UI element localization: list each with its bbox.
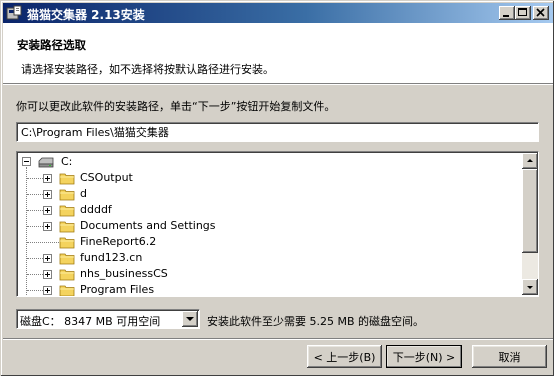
tree-folder-row[interactable]: FineReport6.2 xyxy=(19,234,519,250)
wizard-header: 安装路径选取 请选择安装路径，如不选择将按默认路径进行安装。 xyxy=(3,23,553,83)
folder-icon xyxy=(59,173,75,185)
tree-folder-label: nhs_businessCS xyxy=(80,267,168,280)
folder-tree-content: C: CSOutput d ddddf Documents and Settings F… xyxy=(19,154,521,296)
close-button[interactable] xyxy=(533,6,549,20)
space-required-text: 安装此软件至少需要 5.25 MB 的磁盘空间。 xyxy=(207,315,425,328)
page-title: 安装路径选取 xyxy=(17,38,86,52)
chevron-down-icon xyxy=(186,317,194,321)
tree-folder-row[interactable]: CSOutput xyxy=(19,170,519,186)
expand-icon[interactable] xyxy=(43,270,52,279)
tree-folder-label: FineReport6.2 xyxy=(80,235,157,248)
drive-select-value: 磁盘C： 8347 MB 可用空间 xyxy=(20,315,161,328)
tree-folder-label: CSOutput xyxy=(80,171,133,184)
expand-icon[interactable] xyxy=(43,286,52,295)
next-button[interactable]: 下一步(N) > xyxy=(386,345,462,368)
scroll-down-button[interactable] xyxy=(522,279,538,295)
collapse-icon[interactable] xyxy=(22,157,31,166)
folder-tree[interactable]: C: CSOutput d ddddf Documents and Settings F… xyxy=(16,151,539,297)
installer-window: 猫猫交集器 2.13安装 安装路径选取 请选择安装路径，如不选择将按默认路径进行… xyxy=(0,0,554,376)
title-bar[interactable]: 猫猫交集器 2.13安装 xyxy=(3,3,553,23)
folder-icon xyxy=(59,237,75,249)
tree-folder-row[interactable]: Documents and Settings xyxy=(19,218,519,234)
folder-icon xyxy=(59,205,75,217)
tree-root-row[interactable]: C: xyxy=(19,154,519,170)
tree-folder-row[interactable]: nhs_businessCS xyxy=(19,266,519,282)
scroll-thumb[interactable] xyxy=(522,169,538,253)
page-subtitle: 请选择安装路径，如不选择将按默认路径进行安装。 xyxy=(21,63,274,76)
expand-icon[interactable] xyxy=(43,222,52,231)
folder-icon xyxy=(59,269,75,281)
arrow-up-icon xyxy=(527,159,533,162)
maximize-button[interactable] xyxy=(515,6,531,20)
expand-icon[interactable] xyxy=(43,190,52,199)
drive-dropdown-button[interactable] xyxy=(182,311,198,327)
tree-folder-label: fund123.cn xyxy=(80,251,143,264)
tree-folder-label: Program Files xyxy=(80,283,155,296)
folder-icon xyxy=(59,253,75,265)
tree-folder-label: Documents and Settings xyxy=(80,219,216,232)
folder-icon xyxy=(59,221,75,233)
expand-icon[interactable] xyxy=(43,174,52,183)
minimize-button[interactable] xyxy=(499,6,515,20)
instruction-text: 你可以更改此软件的安装路径，单击“下一步”按钮开始复制文件。 xyxy=(16,100,336,113)
drive-icon xyxy=(38,157,54,168)
minimize-icon xyxy=(503,15,509,17)
tree-scrollbar[interactable] xyxy=(522,153,538,295)
folder-icon xyxy=(59,285,75,296)
install-path-input[interactable] xyxy=(16,122,539,142)
close-icon xyxy=(536,8,545,17)
header-divider xyxy=(3,83,553,85)
scroll-up-button[interactable] xyxy=(522,153,538,169)
drive-select[interactable]: 磁盘C： 8347 MB 可用空间 xyxy=(16,309,200,329)
folder-icon xyxy=(59,189,75,201)
tree-folder-row[interactable]: ddddf xyxy=(19,202,519,218)
installer-app-icon xyxy=(6,5,22,20)
maximize-icon xyxy=(518,8,527,16)
footer-divider xyxy=(3,338,553,340)
tree-folder-row[interactable]: d xyxy=(19,186,519,202)
tree-folder-row[interactable]: Program Files xyxy=(19,282,519,296)
tree-root-label: C: xyxy=(61,155,73,168)
arrow-down-icon xyxy=(527,286,533,289)
window-title: 猫猫交集器 2.13安装 xyxy=(27,8,145,22)
tree-folder-label: ddddf xyxy=(80,203,112,216)
tree-folder-label: d xyxy=(80,187,87,200)
expand-icon[interactable] xyxy=(43,254,52,263)
tree-connector xyxy=(27,242,63,243)
back-button[interactable]: < 上一步(B) xyxy=(307,345,382,368)
tree-folder-row[interactable]: fund123.cn xyxy=(19,250,519,266)
cancel-button[interactable]: 取消 xyxy=(472,345,547,368)
expand-icon[interactable] xyxy=(43,206,52,215)
